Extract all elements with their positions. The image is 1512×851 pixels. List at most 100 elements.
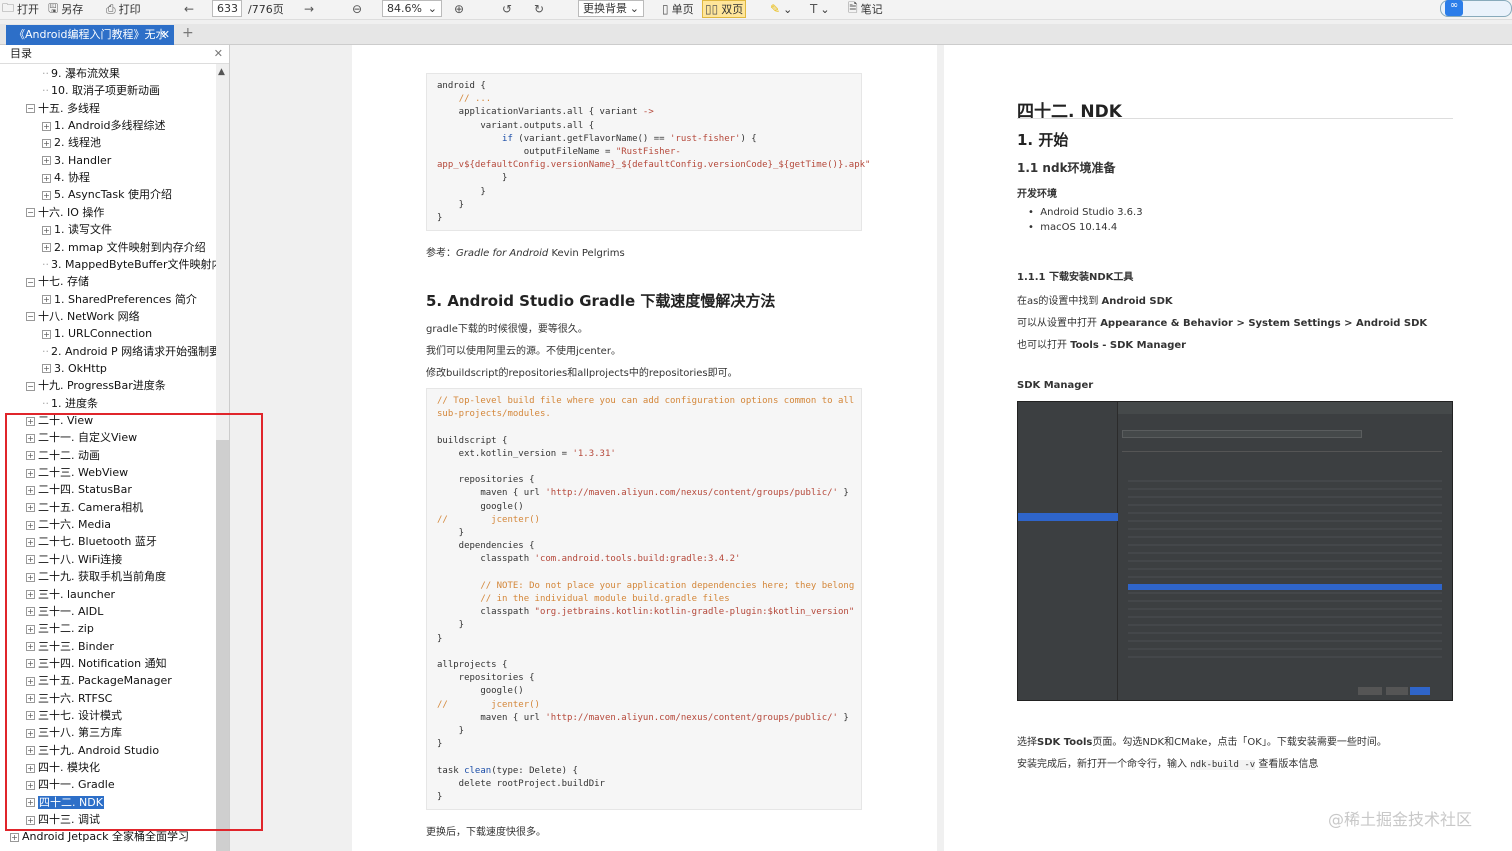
- toc-header: 目录 ✕: [0, 45, 229, 64]
- toc-item[interactable]: − 十七. 存储: [26, 273, 89, 290]
- toc-item[interactable]: +1. 读写文件: [42, 221, 112, 238]
- collapse-icon[interactable]: −: [26, 312, 35, 322]
- background-select[interactable]: 更换背景 ⌄: [578, 0, 644, 17]
- paragraph: gradle下载的时候很慢，要等很久。: [426, 324, 588, 335]
- print-button[interactable]: ⎙ 打印: [106, 0, 141, 18]
- screenshot-tabs: [1122, 444, 1442, 452]
- toc-item-label: 1. 读写文件: [54, 223, 112, 237]
- toc-item[interactable]: − 十五. 多线程: [26, 100, 100, 117]
- save-as-button[interactable]: 🖫 另存: [48, 0, 83, 18]
- single-page-button[interactable]: ▯ 单页: [662, 0, 694, 18]
- expand-icon[interactable]: +: [42, 138, 51, 148]
- rotate-right-icon: ↻: [534, 2, 545, 16]
- close-icon[interactable]: ✕: [161, 25, 170, 44]
- toc-item[interactable]: +3. Handler: [42, 152, 111, 169]
- add-tab-button[interactable]: +: [182, 25, 194, 41]
- toc-item[interactable]: +3. OkHttp: [42, 360, 107, 377]
- highlight-button[interactable]: ✎ ⌄: [770, 0, 792, 18]
- page-total: /776页: [248, 3, 284, 16]
- chevron-down-icon: ⌄: [820, 2, 830, 16]
- zoom-select[interactable]: 84.6% ⌄: [382, 0, 442, 17]
- close-icon[interactable]: ✕: [214, 45, 223, 63]
- toc-item[interactable]: +1. SharedPreferences 简介: [42, 291, 197, 308]
- paragraph: 安装完成后，新打开一个命令行，输入 ndk-build -v 查看版本信息: [1017, 759, 1319, 770]
- screenshot-selected-row: [1128, 584, 1442, 590]
- toc-item[interactable]: +5. AsyncTask 使用介绍: [42, 186, 172, 203]
- note-icon: 🗎: [848, 0, 858, 15]
- page-number-input[interactable]: 633: [212, 0, 242, 17]
- toc-item[interactable]: ·· 2. Android P 网络请求开始强制要: [42, 343, 216, 360]
- expand-icon[interactable]: +: [42, 364, 51, 374]
- expand-icon[interactable]: +: [42, 225, 51, 235]
- prev-page-button[interactable]: ←: [184, 0, 194, 18]
- expand-icon[interactable]: +: [42, 243, 51, 252]
- expand-icon[interactable]: +: [42, 173, 51, 183]
- expand-icon[interactable]: +: [42, 190, 51, 200]
- subsection-heading: 1.1 ndk环境准备: [1017, 161, 1116, 175]
- tree-connector-icon: ··: [42, 344, 49, 358]
- toc-item[interactable]: +2. 线程池: [42, 134, 101, 151]
- tree-connector-icon: ··: [42, 67, 49, 80]
- toc-item-label: 2. 线程池: [54, 136, 101, 150]
- scroll-up-icon[interactable]: ▲: [218, 67, 225, 77]
- toc-item[interactable]: ·· 9. 瀑布流效果: [42, 65, 120, 82]
- document-tab[interactable]: 《Android编程入门教程》无水 ✕: [6, 25, 174, 45]
- next-page-button[interactable]: →: [304, 0, 314, 18]
- reference-text: 参考：Gradle for Android Kevin Pelgrims: [426, 248, 625, 259]
- expand-icon[interactable]: +: [42, 329, 51, 339]
- zoom-out-icon: ⊖: [352, 2, 363, 16]
- paragraph: 也可以打开 Tools - SDK Manager: [1017, 340, 1187, 351]
- subsection-heading: 1.1.1 下载安装NDK工具: [1017, 272, 1134, 283]
- screenshot-settings-nav: [1018, 402, 1118, 700]
- tree-connector-icon: ··: [42, 84, 49, 98]
- screenshot-cancel-button: [1358, 687, 1382, 695]
- toc-item[interactable]: ·· 1. 进度条: [42, 395, 98, 412]
- expand-icon[interactable]: +: [10, 832, 19, 842]
- save-icon: 🖫: [48, 0, 59, 15]
- screenshot-path-field: [1122, 430, 1362, 438]
- toc-item[interactable]: +1. URLConnection: [42, 325, 152, 342]
- toc-item[interactable]: +4. 协程: [42, 169, 90, 186]
- text-button[interactable]: T ⌄: [810, 0, 830, 18]
- code-block: // Top-level build file where you can ad…: [426, 388, 862, 810]
- collapse-icon[interactable]: −: [26, 277, 35, 287]
- paragraph: 更换后，下载速度快很多。: [426, 827, 546, 838]
- double-page-icon: ▯▯: [705, 2, 719, 16]
- toc-item[interactable]: ·· 10. 取消子项更新动画: [42, 82, 160, 99]
- paragraph: 选择SDK Tools页面。勾选NDK和CMake，点击「OK」。下载安装需要一…: [1017, 737, 1387, 748]
- tree-connector-icon: ··: [42, 257, 49, 271]
- toc-item[interactable]: ·· 3. MappedByteBuffer文件映射内: [42, 256, 216, 273]
- toc-item-label: 3. OkHttp: [54, 361, 107, 375]
- toc-item[interactable]: − 十九. ProgressBar进度条: [26, 377, 166, 394]
- toc-item[interactable]: − 十六. IO 操作: [26, 204, 104, 221]
- collapse-icon[interactable]: −: [26, 208, 35, 218]
- notes-button[interactable]: 🗎 笔记: [848, 0, 883, 18]
- toc-item-label: 十九. ProgressBar进度条: [38, 379, 166, 393]
- expand-icon[interactable]: +: [42, 295, 51, 305]
- screenshot-package-list: [1128, 474, 1442, 664]
- toc-item[interactable]: +2. mmap 文件映射到内存介绍: [42, 239, 206, 256]
- toc-item[interactable]: +1. Android多线程综述: [42, 117, 166, 134]
- expand-icon[interactable]: +: [42, 121, 51, 131]
- divider: [1017, 118, 1453, 119]
- toc-item-label: 4. 协程: [54, 171, 90, 185]
- zoom-in-icon: ⊕: [454, 2, 465, 16]
- watermark: @稀土掘金技术社区: [1328, 810, 1473, 829]
- section-heading: 1. 开始: [1017, 131, 1069, 149]
- toc-item-label: 十七. 存储: [38, 275, 89, 289]
- collapse-icon[interactable]: −: [26, 104, 35, 114]
- collapse-icon[interactable]: −: [26, 381, 35, 391]
- rotate-right-button[interactable]: ↻: [534, 0, 544, 18]
- toc-item-label: Android Jetpack 全家桶全面学习: [22, 830, 189, 844]
- search-box[interactable]: ∞: [1440, 0, 1512, 17]
- document-page-left: android { // ... applicationVariants.all…: [352, 45, 937, 851]
- rotate-left-button[interactable]: ↺: [502, 0, 512, 18]
- printer-icon: ⎙: [106, 1, 116, 16]
- toc-item[interactable]: − 十八. NetWork 网络: [26, 308, 140, 325]
- zoom-in-button[interactable]: ⊕: [454, 0, 464, 18]
- expand-icon[interactable]: +: [42, 156, 51, 166]
- double-page-button[interactable]: ▯▯ 双页: [702, 0, 747, 18]
- open-button[interactable]: 🗀 打开: [2, 0, 39, 18]
- toc-item-label: 10. 取消子项更新动画: [51, 84, 160, 98]
- zoom-out-button[interactable]: ⊖: [352, 0, 362, 18]
